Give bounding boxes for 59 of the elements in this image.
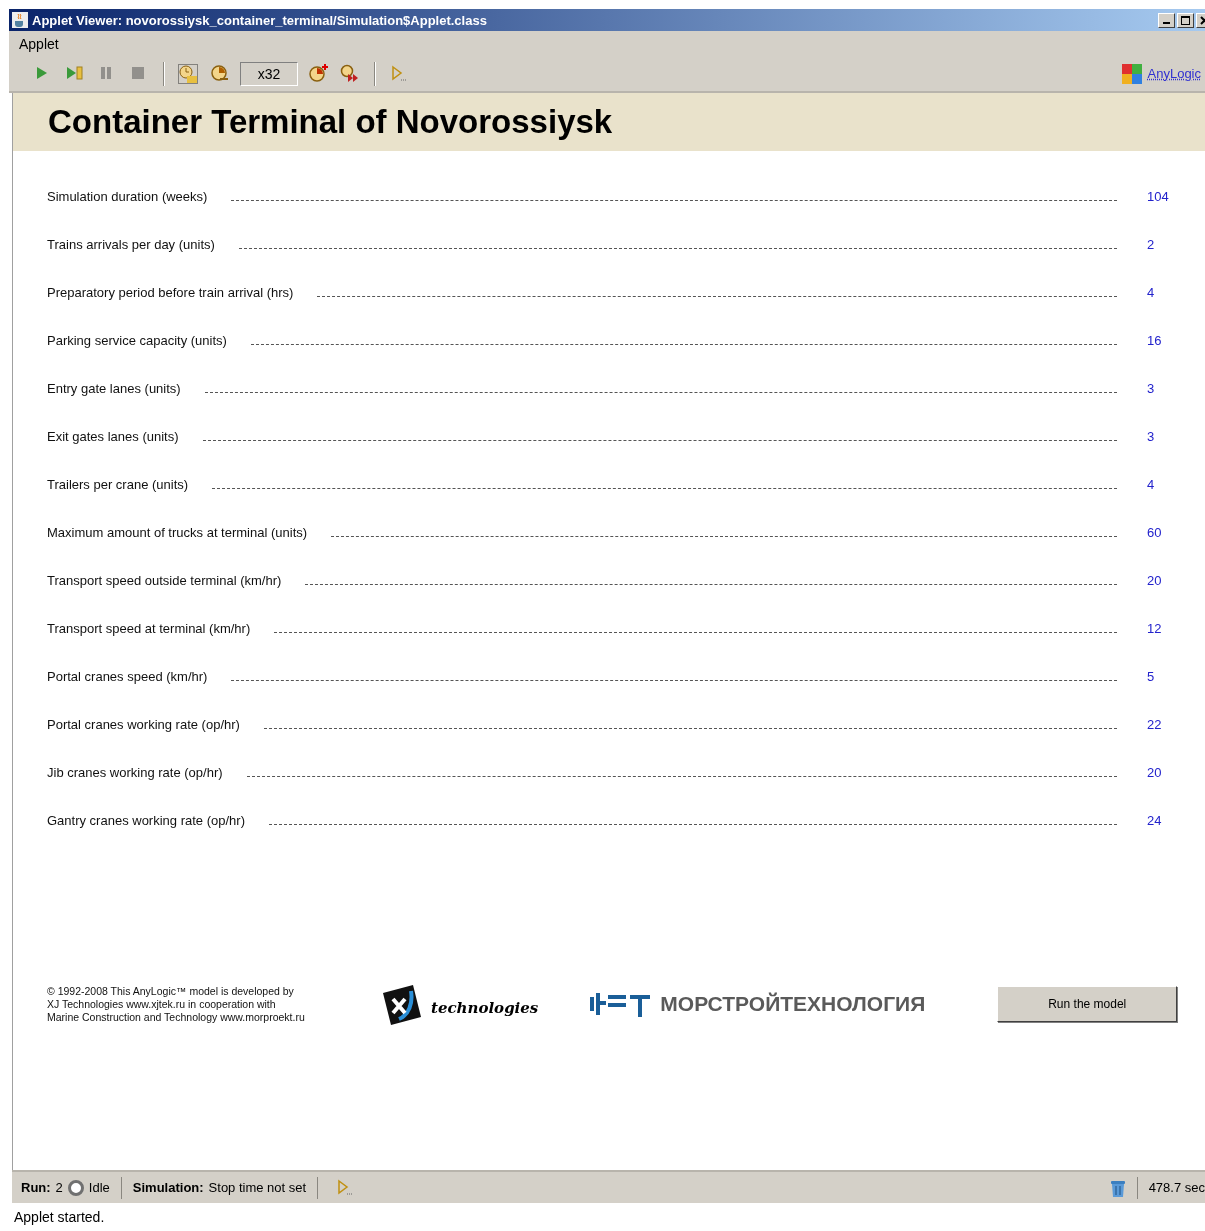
parameter-value[interactable]: 24 bbox=[1117, 813, 1205, 828]
parameter-value[interactable]: 22 bbox=[1117, 717, 1205, 732]
parameter-label: Trains arrivals per day (units) bbox=[47, 237, 216, 252]
credits-line: XJ Technologies www.xjtek.ru in cooperation with bbox=[47, 997, 277, 1011]
parameter-label: Portal cranes speed (km/hr) bbox=[47, 669, 209, 684]
window-title: Applet Viewer: novorossiysk_container_terminal/Simulation$Applet.class bbox=[32, 12, 488, 28]
minimize-button[interactable] bbox=[1158, 12, 1175, 28]
elapsed-time: 478.7 sec bbox=[1148, 1180, 1205, 1195]
bars-logo-icon bbox=[590, 991, 651, 1017]
parameter-value[interactable]: 2 bbox=[1117, 237, 1205, 252]
credits-line: Marine Construction and Technology www.morproekt.ru bbox=[47, 1010, 306, 1024]
simulation-state: Stop time not set bbox=[208, 1180, 307, 1195]
parameter-value[interactable]: 3 bbox=[1117, 381, 1205, 396]
idle-icon bbox=[67, 1179, 84, 1196]
clock-icon bbox=[178, 63, 198, 84]
menu-item[interactable]: Applet bbox=[18, 35, 60, 52]
minimize-icon bbox=[1163, 21, 1170, 24]
maximize-icon bbox=[1181, 15, 1190, 25]
parameter-value[interactable]: 104 bbox=[1117, 189, 1205, 204]
run-label: Run: bbox=[21, 1180, 51, 1195]
anylogic-link[interactable]: AnyLogic bbox=[1147, 66, 1201, 81]
parameter-value[interactable]: 16 bbox=[1117, 333, 1205, 348]
parameter-value[interactable]: 3 bbox=[1117, 429, 1205, 444]
parameter-label: Simulation duration (weeks) bbox=[47, 189, 209, 204]
parameter-value[interactable]: 4 bbox=[1117, 285, 1205, 300]
parameter-label: Preparatory period before train arrival (hrs) bbox=[47, 285, 295, 300]
run-model-button[interactable]: Run the model bbox=[997, 986, 1178, 1022]
parameter-value[interactable]: 5 bbox=[1117, 669, 1205, 684]
speed-field[interactable]: x32 bbox=[240, 61, 298, 86]
parameter-value[interactable]: 60 bbox=[1117, 525, 1205, 540]
play-more-icon bbox=[389, 63, 409, 84]
clock-fast-icon bbox=[340, 63, 360, 84]
parameter-value[interactable]: 12 bbox=[1117, 621, 1205, 636]
page-title: Container Terminal of Novorossiysk bbox=[48, 103, 613, 141]
parameter-label: Entry gate lanes (units) bbox=[47, 381, 182, 396]
clock-minus-icon bbox=[210, 63, 230, 84]
clock-plus-icon bbox=[308, 63, 328, 84]
parameter-value[interactable]: 4 bbox=[1117, 477, 1205, 492]
parameter-label: Transport speed at terminal (km/hr) bbox=[47, 621, 252, 636]
java-cup-icon bbox=[12, 12, 28, 28]
simulation-label: Simulation: bbox=[132, 1180, 204, 1195]
trash-icon[interactable] bbox=[1109, 1178, 1126, 1197]
parameter-label: Trailers per crane (units) bbox=[47, 477, 190, 492]
parameter-label: Jib cranes working rate (op/hr) bbox=[47, 765, 224, 780]
parameter-value[interactable]: 20 bbox=[1117, 573, 1205, 588]
parameter-label: Portal cranes working rate (op/hr) bbox=[47, 717, 241, 732]
applet-status: Applet started. bbox=[13, 1208, 106, 1227]
run-number: 2 bbox=[55, 1180, 63, 1195]
parameter-label: Parking service capacity (units) bbox=[47, 333, 228, 348]
parameter-label: Transport speed outside terminal (km/hr) bbox=[47, 573, 283, 588]
parameter-value[interactable]: 20 bbox=[1117, 765, 1205, 780]
maximize-button[interactable] bbox=[1177, 12, 1194, 28]
credits-line: © 1992-2008 This AnyLogic™ model is developed by bbox=[47, 984, 295, 998]
parameter-label: Exit gates lanes (units) bbox=[47, 429, 180, 444]
parameter-label: Maximum amount of trucks at terminal (units) bbox=[47, 525, 309, 540]
run-state: Idle bbox=[88, 1180, 110, 1195]
logo-text: technologies bbox=[431, 999, 539, 1019]
logo-text: МОРСТРОЙТЕХНОЛОГИЯ bbox=[660, 992, 926, 1016]
parameter-label: Gantry cranes working rate (op/hr) bbox=[47, 813, 246, 828]
